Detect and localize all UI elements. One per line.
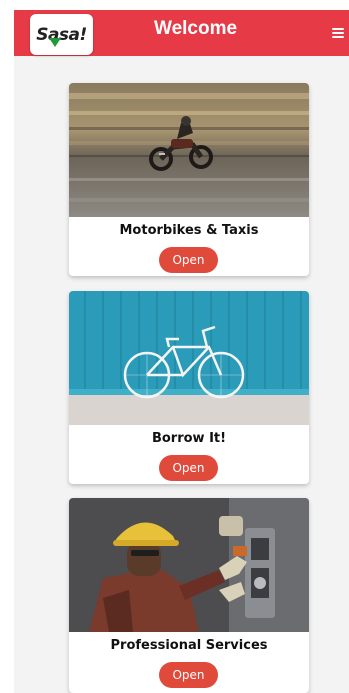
app-header: Sasa! Welcome — [14, 10, 349, 56]
card-title: Motorbikes & Taxis — [119, 223, 259, 238]
service-card-motorbikes: Motorbikes & Taxis Open — [69, 83, 309, 276]
open-button[interactable]: Open — [159, 662, 218, 688]
page-title: Welcome — [154, 18, 238, 39]
service-card-borrow: Borrow It! Open — [69, 291, 309, 484]
window-left-edge — [0, 0, 14, 693]
logo-arrow-icon — [49, 38, 61, 47]
electrician-image — [69, 498, 309, 632]
logo-wordmark: Sasa! — [36, 24, 87, 45]
sasa-logo[interactable]: Sasa! — [30, 14, 93, 55]
card-title: Borrow It! — [151, 431, 227, 446]
bicycle-image — [69, 291, 309, 425]
open-button[interactable]: Open — [159, 247, 218, 273]
service-card-professional: Professional Services Open — [69, 498, 309, 693]
motorbike-image — [69, 83, 309, 217]
card-title: Professional Services — [110, 638, 268, 653]
hamburger-menu-icon[interactable] — [332, 28, 344, 38]
open-button[interactable]: Open — [159, 455, 218, 481]
window-top-edge — [0, 0, 349, 10]
